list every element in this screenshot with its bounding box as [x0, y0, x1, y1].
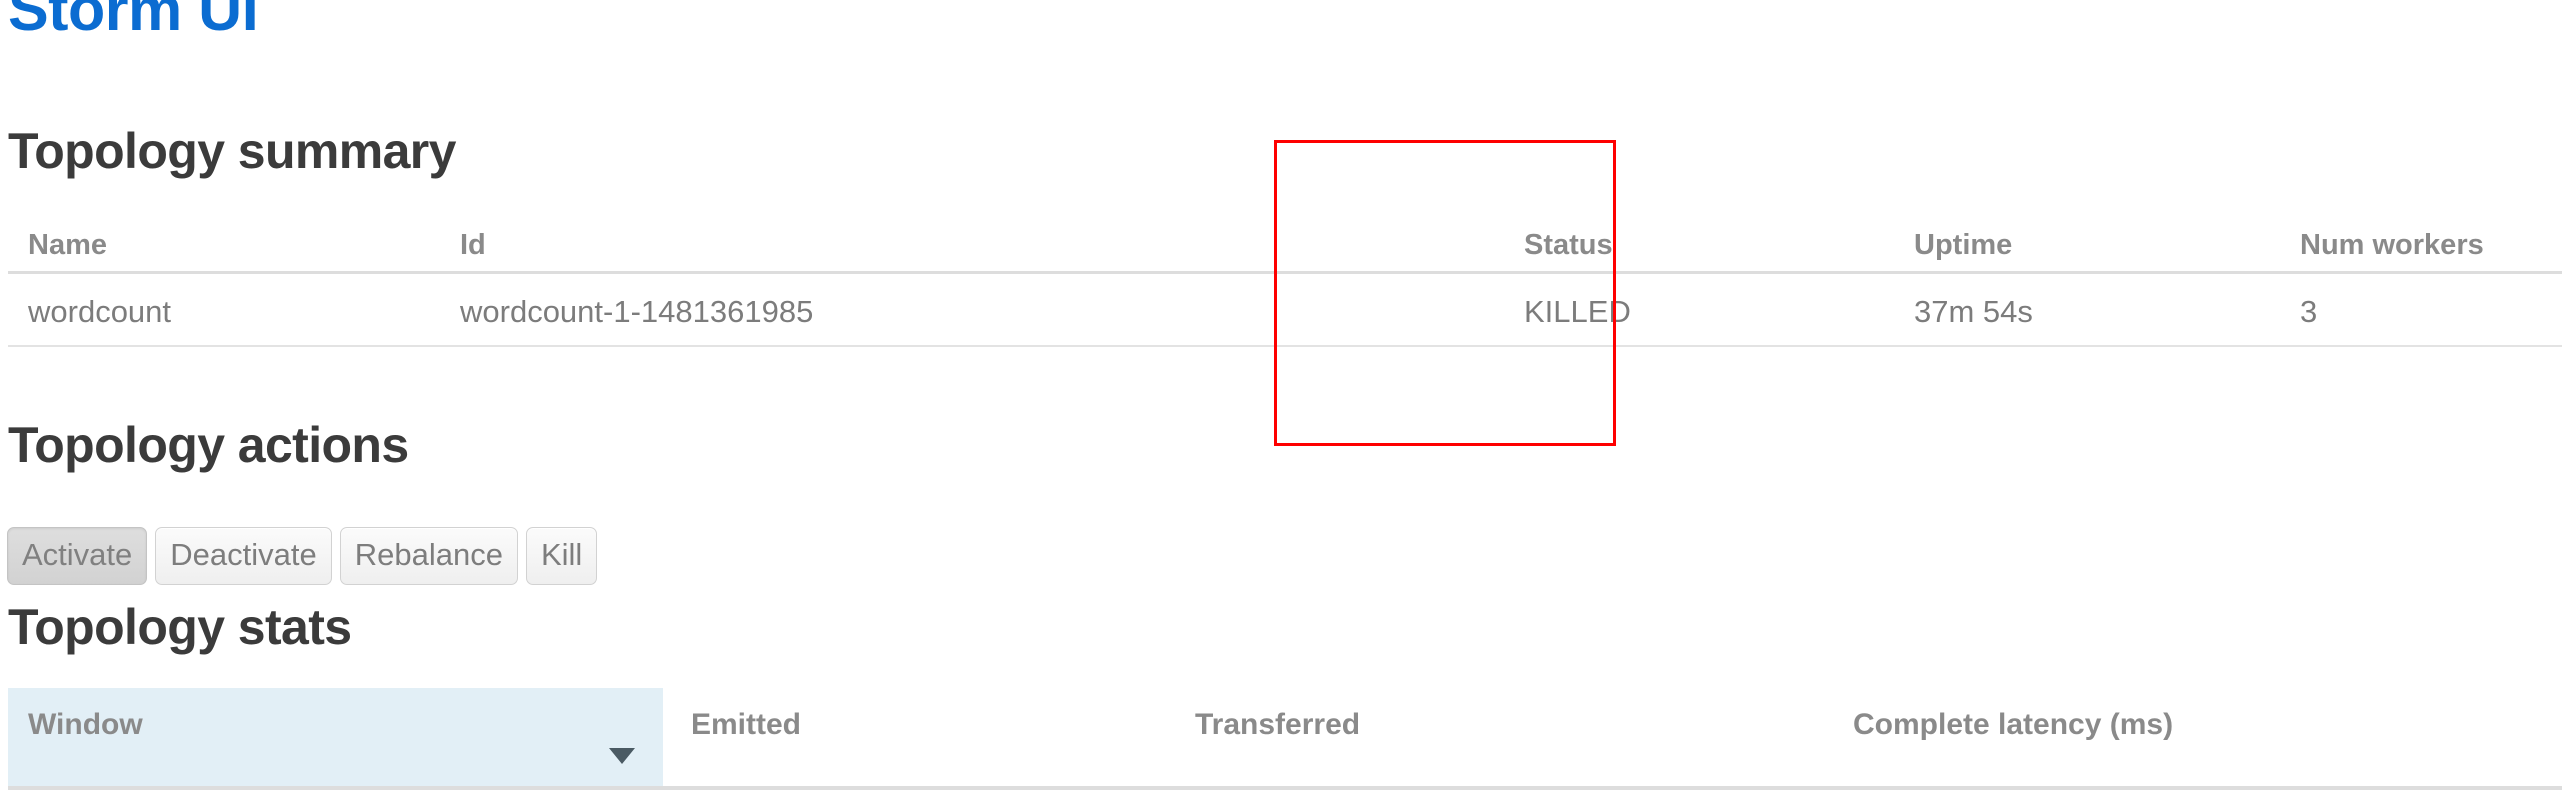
- deactivate-button[interactable]: Deactivate: [155, 527, 332, 585]
- column-header-window-label: Window: [28, 708, 143, 741]
- topology-summary-heading: Topology summary: [8, 123, 456, 179]
- kill-button[interactable]: Kill: [525, 527, 598, 585]
- column-header-uptime[interactable]: Uptime: [1768, 210, 2158, 274]
- column-header-num-workers[interactable]: Num workers: [2158, 210, 2562, 274]
- column-header-window[interactable]: Window: [8, 688, 663, 790]
- column-header-status[interactable]: Status: [1398, 210, 1768, 274]
- cell-topology-id[interactable]: wordcount-1-1481361985: [448, 272, 1398, 347]
- caret-down-icon[interactable]: [609, 748, 635, 764]
- table-row[interactable]: wordcount wordcount-1-1481361985 KILLED …: [8, 272, 2562, 347]
- topology-actions-toolbar: Activate Deactivate Rebalance Kill: [7, 527, 598, 585]
- storm-ui-page: Storm UI Topology summary Name Id Status…: [0, 0, 2570, 795]
- table-header-row: Window Emitted Transferred Complete late…: [8, 688, 2562, 790]
- column-header-complete-latency[interactable]: Complete latency (ms): [1833, 688, 2562, 790]
- topology-stats-heading: Topology stats: [8, 599, 352, 655]
- column-header-id[interactable]: Id: [448, 210, 1398, 274]
- column-header-transferred-label: Transferred: [1195, 708, 1361, 741]
- column-header-name[interactable]: Name: [8, 210, 448, 274]
- column-header-transferred[interactable]: Transferred: [1173, 688, 1833, 790]
- column-header-complete-latency-label: Complete latency (ms): [1853, 708, 2174, 741]
- table-header-row: Name Id Status Uptime Num workers: [8, 210, 2562, 274]
- column-header-emitted-label: Emitted: [691, 708, 802, 741]
- column-header-emitted[interactable]: Emitted: [663, 688, 1173, 790]
- topology-actions-heading: Topology actions: [8, 417, 409, 473]
- topology-summary-table: Name Id Status Uptime Num workers wordco…: [8, 210, 2562, 347]
- page-title[interactable]: Storm UI: [8, 0, 259, 40]
- cell-topology-status: KILLED: [1398, 272, 1768, 347]
- topology-stats-table: Window Emitted Transferred Complete late…: [8, 688, 2562, 790]
- cell-topology-num-workers: 3: [2158, 272, 2562, 347]
- cell-topology-name[interactable]: wordcount: [8, 272, 448, 347]
- rebalance-button[interactable]: Rebalance: [339, 527, 518, 585]
- activate-button[interactable]: Activate: [7, 527, 148, 585]
- cell-topology-uptime: 37m 54s: [1768, 272, 2158, 347]
